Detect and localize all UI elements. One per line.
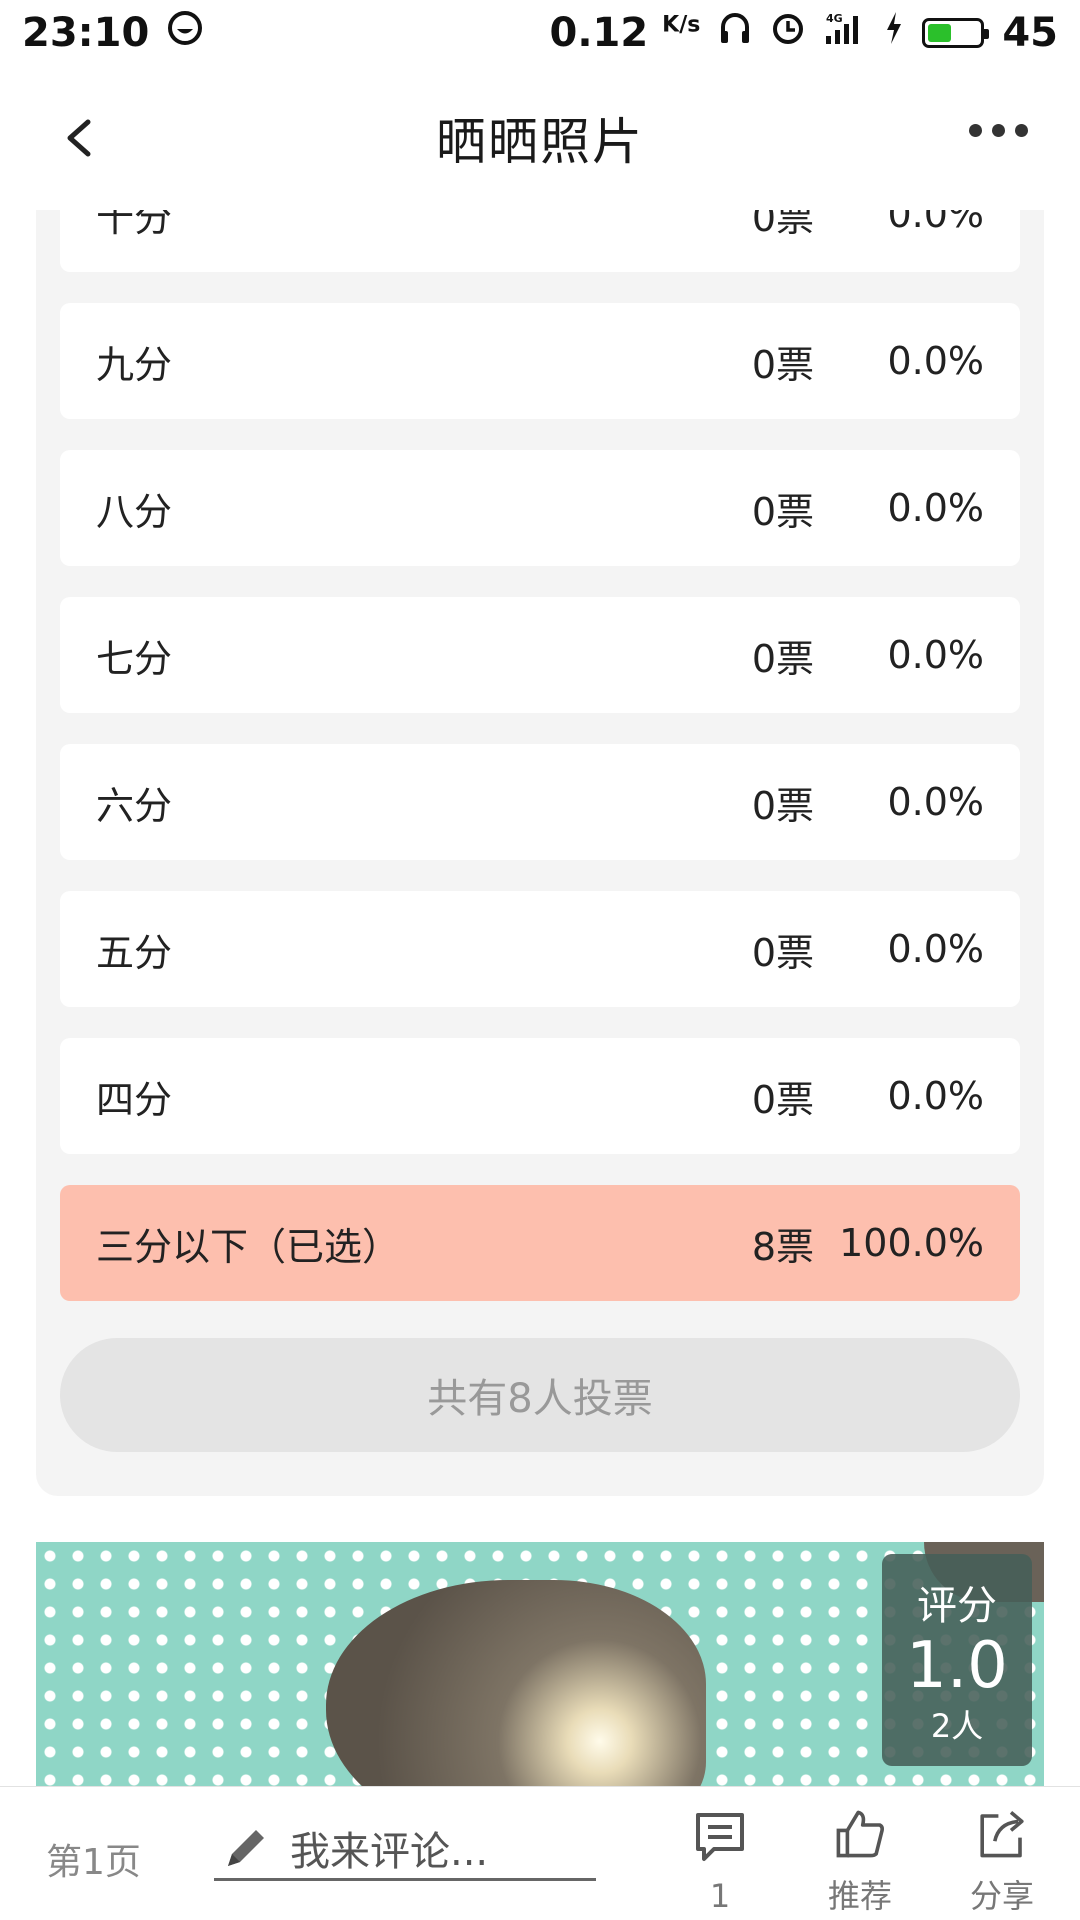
- vote-option-percent: 0.0%: [887, 633, 984, 677]
- vote-option[interactable]: 六分 0票 0.0%: [60, 744, 1020, 860]
- vote-option[interactable]: 四分 0票 0.0%: [60, 1038, 1020, 1154]
- score-value: 1.0: [906, 1628, 1008, 1703]
- vote-option-label: 六分: [96, 783, 173, 828]
- vote-option-percent: 100.0%: [839, 1221, 984, 1265]
- vote-option-count: 0票: [751, 783, 814, 828]
- battery-percent: 45: [1002, 10, 1058, 56]
- total-votes-button[interactable]: 共有8人投票: [60, 1338, 1020, 1452]
- vote-option-count: 0票: [751, 342, 814, 387]
- status-bar: 23:10 0.12 K/s 4G 45: [0, 0, 1080, 66]
- comments-button[interactable]: 1: [670, 1807, 770, 1917]
- share-label: 分享: [969, 1877, 1034, 1915]
- back-button[interactable]: [58, 116, 102, 160]
- vote-option-selected[interactable]: 三分以下（已选） 8票 100.0%: [60, 1185, 1020, 1301]
- vote-option[interactable]: 十分 0票 0.0%: [60, 210, 1020, 272]
- score-count: 2人: [930, 1707, 984, 1746]
- recommend-button[interactable]: 推荐: [810, 1807, 910, 1917]
- thumbs-up-icon: [836, 1810, 884, 1858]
- headphones-icon: [718, 10, 752, 56]
- vote-option-count: 0票: [751, 489, 814, 534]
- signal-4g-icon: 4G: [824, 10, 866, 56]
- vote-option-percent: 0.0%: [887, 780, 984, 824]
- vote-option-percent: 0.0%: [887, 339, 984, 383]
- photo-card[interactable]: 评分 1.0 2人: [36, 1542, 1044, 1787]
- bottom-bar: 第1页 我来评论... 1 推荐 分享: [0, 1786, 1080, 1920]
- comment-bubble-icon: [696, 1813, 744, 1861]
- more-dot-icon: [969, 124, 982, 137]
- page-title: 晒晒照片: [436, 113, 644, 171]
- share-button[interactable]: 分享: [952, 1807, 1052, 1917]
- more-dot-icon: [992, 124, 1005, 137]
- vote-option[interactable]: 九分 0票 0.0%: [60, 303, 1020, 419]
- vote-option-count: 0票: [751, 636, 814, 681]
- more-button[interactable]: [969, 124, 1028, 137]
- network-speed: 0.12 K/s: [549, 10, 701, 56]
- chevron-left-icon: [67, 119, 91, 157]
- vote-option[interactable]: 八分 0票 0.0%: [60, 450, 1020, 566]
- vote-option-label: 八分: [96, 489, 173, 534]
- comment-count: 1: [709, 1877, 731, 1915]
- app-header: 晒晒照片: [0, 66, 1080, 210]
- vote-option-count: 8票: [751, 1224, 814, 1269]
- vote-option-percent: 0.0%: [887, 927, 984, 971]
- share-icon: [980, 1811, 1024, 1858]
- vote-panel: 十分 0票 0.0% 九分 0票 0.0% 八分 0票 0.0% 七分 0票 0.0% 六分 0票 0.0%…: [36, 210, 1044, 1496]
- vote-option-count: 0票: [751, 930, 814, 975]
- app-notification-icon: [167, 10, 203, 56]
- charging-icon: [884, 10, 904, 56]
- score-badge: 评分 1.0 2人: [882, 1554, 1032, 1766]
- recommend-label: 推荐: [827, 1877, 892, 1915]
- vote-option-percent: 0.0%: [887, 486, 984, 530]
- vote-option-label: 三分以下（已选）: [96, 1224, 401, 1269]
- page-indicator[interactable]: 第1页: [46, 1833, 141, 1885]
- vote-option-count: 0票: [751, 1077, 814, 1122]
- comment-placeholder: 我来评论...: [290, 1828, 489, 1875]
- comment-input[interactable]: 我来评论...: [214, 1817, 596, 1881]
- vote-option[interactable]: 七分 0票 0.0%: [60, 597, 1020, 713]
- score-label: 评分: [917, 1582, 997, 1629]
- alarm-icon: [770, 10, 806, 56]
- vote-option-label: 九分: [96, 342, 173, 387]
- photo-subject: [326, 1580, 706, 1787]
- vote-option-label: 五分: [96, 930, 173, 975]
- vote-option-label: 四分: [96, 1077, 173, 1122]
- pencil-icon: [228, 1829, 264, 1866]
- vote-option-label: 十分: [96, 210, 173, 240]
- vote-option-percent: 0.0%: [887, 210, 984, 236]
- vote-option[interactable]: 五分 0票 0.0%: [60, 891, 1020, 1007]
- status-time: 23:10: [22, 10, 150, 56]
- vote-option-percent: 0.0%: [887, 1074, 984, 1118]
- more-dot-icon: [1015, 124, 1028, 137]
- vote-option-label: 七分: [96, 636, 173, 681]
- svg-text:4G: 4G: [826, 12, 843, 25]
- vote-option-count: 0票: [751, 210, 814, 240]
- battery-icon: [922, 18, 990, 48]
